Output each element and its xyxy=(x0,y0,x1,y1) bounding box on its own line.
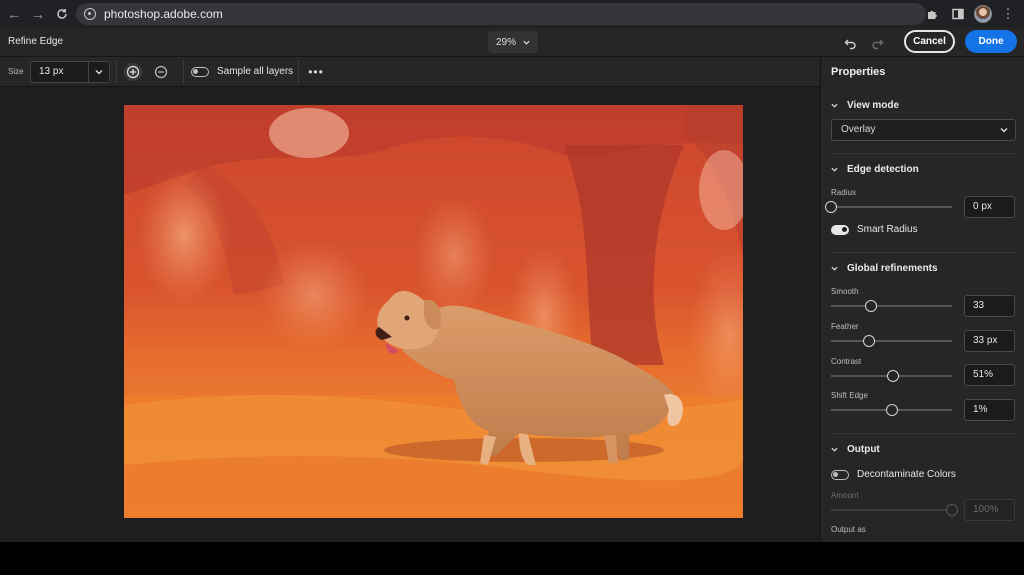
back-arrow-icon[interactable]: ← xyxy=(2,2,26,26)
shift-edge-value-field[interactable]: 1% xyxy=(964,399,1015,421)
contrast-slider[interactable] xyxy=(831,370,952,382)
amount-value-field[interactable]: 100% xyxy=(964,499,1015,521)
smart-radius-row[interactable]: Smart Radius xyxy=(831,224,918,235)
chevron-down-icon xyxy=(831,103,838,108)
smart-radius-toggle[interactable] xyxy=(831,224,849,235)
section-output[interactable]: Output xyxy=(831,444,880,455)
chevron-down-icon xyxy=(831,266,838,271)
browser-menu-icon[interactable]: ⋮ xyxy=(998,4,1018,24)
cancel-button[interactable]: Cancel xyxy=(904,30,955,53)
divider xyxy=(831,153,1016,154)
forward-arrow-icon[interactable]: → xyxy=(26,2,50,26)
divider xyxy=(298,60,299,84)
view-mode-value: Overlay xyxy=(841,124,876,135)
smooth-label: Smooth xyxy=(831,287,859,296)
decontaminate-colors-toggle[interactable] xyxy=(831,469,849,480)
section-heading: Output xyxy=(847,444,880,455)
profile-avatar[interactable] xyxy=(974,5,992,23)
page-title: Refine Edge xyxy=(8,36,64,47)
image-with-overlay[interactable] xyxy=(124,105,743,518)
decontaminate-colors-label: Decontaminate Colors xyxy=(857,469,956,480)
contrast-label: Contrast xyxy=(831,357,862,366)
shift-edge-slider[interactable] xyxy=(831,404,952,416)
amount-slider[interactable] xyxy=(831,504,958,516)
zoom-dropdown[interactable]: 29% xyxy=(488,31,538,53)
url-text: photoshop.adobe.com xyxy=(104,7,223,21)
chevron-down-icon xyxy=(1000,128,1008,133)
slider-thumb[interactable] xyxy=(946,504,958,516)
sample-all-layers-toggle[interactable] xyxy=(191,67,209,77)
section-edge-detection[interactable]: Edge detection xyxy=(831,164,919,175)
radius-label: Radius xyxy=(831,188,856,197)
panel-title: Properties xyxy=(831,66,886,78)
feather-value-field[interactable]: 33 px xyxy=(964,330,1015,352)
decontaminate-colors-row[interactable]: Decontaminate Colors xyxy=(831,469,956,480)
section-view-mode[interactable]: View mode xyxy=(831,100,899,111)
smooth-value-field[interactable]: 33 xyxy=(964,295,1015,317)
dog-photo xyxy=(124,105,743,518)
subtract-from-selection-brush-icon[interactable] xyxy=(152,63,170,81)
divider xyxy=(116,60,117,84)
radius-slider[interactable] xyxy=(825,201,952,213)
divider xyxy=(831,252,1016,253)
divider xyxy=(183,60,184,84)
slider-thumb[interactable] xyxy=(886,404,899,416)
slider-thumb[interactable] xyxy=(864,300,877,312)
slider-thumb[interactable] xyxy=(825,201,837,213)
undo-icon[interactable] xyxy=(840,33,860,53)
section-heading: View mode xyxy=(847,100,900,111)
zoom-value: 29% xyxy=(495,36,516,48)
divider xyxy=(831,433,1016,434)
chevron-down-icon xyxy=(831,447,838,452)
site-info-icon[interactable] xyxy=(84,8,96,20)
brush-size-dropdown[interactable] xyxy=(88,61,110,83)
extensions-puzzle-icon[interactable] xyxy=(922,4,942,24)
add-to-selection-brush-icon[interactable] xyxy=(124,63,142,81)
address-bar[interactable]: photoshop.adobe.com xyxy=(76,3,926,25)
tool-options-bar: Size 13 px Sample all layers ••• xyxy=(0,57,820,87)
section-heading: Edge detection xyxy=(847,164,919,175)
feather-label: Feather xyxy=(831,322,859,331)
more-options-icon[interactable]: ••• xyxy=(307,63,325,81)
sample-all-layers-label: Sample all layers xyxy=(217,66,294,77)
done-button[interactable]: Done xyxy=(965,30,1017,53)
slider-thumb[interactable] xyxy=(886,370,899,382)
shift-edge-label: Shift Edge xyxy=(831,391,868,400)
smooth-slider[interactable] xyxy=(831,300,952,312)
brush-size-input[interactable]: 13 px xyxy=(30,61,88,83)
smart-radius-label: Smart Radius xyxy=(857,224,918,235)
size-label: Size xyxy=(8,67,24,76)
radius-value-field[interactable]: 0 px xyxy=(964,196,1015,218)
browser-toolbar: ← → photoshop.adobe.com ⋮ xyxy=(0,0,1024,28)
section-global-refinements[interactable]: Global refinements xyxy=(831,263,938,274)
amount-label: Amount xyxy=(831,491,859,500)
app-window: ← → photoshop.adobe.com ⋮ Refine Edge 29… xyxy=(0,0,1024,542)
app-header: Refine Edge 29% Cancel Done xyxy=(0,28,1024,57)
reload-icon[interactable] xyxy=(50,2,74,26)
canvas-area[interactable] xyxy=(0,87,820,542)
section-heading: Global refinements xyxy=(847,263,938,274)
feather-slider[interactable] xyxy=(831,335,952,347)
output-as-label: Output as xyxy=(831,525,866,534)
slider-thumb[interactable] xyxy=(862,335,875,347)
chevron-down-icon xyxy=(523,40,530,45)
chevron-down-icon xyxy=(95,70,103,75)
properties-panel: Properties View mode Overlay Edge detect… xyxy=(820,57,1024,542)
contrast-value-field[interactable]: 51% xyxy=(964,364,1015,386)
view-mode-select[interactable]: Overlay xyxy=(831,119,1016,141)
chevron-down-icon xyxy=(831,167,838,172)
redo-icon[interactable] xyxy=(867,33,887,53)
side-panel-icon[interactable] xyxy=(948,4,968,24)
